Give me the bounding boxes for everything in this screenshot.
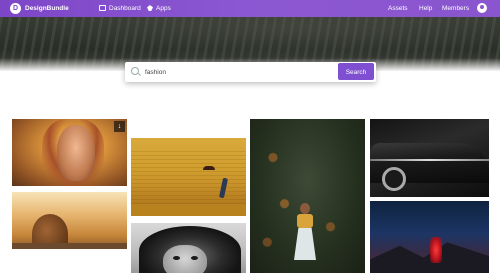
- image-detail: [12, 243, 127, 249]
- image-detail: [191, 256, 198, 260]
- download-icon[interactable]: ↓: [114, 121, 125, 132]
- nav-dashboard-label: Dashboard: [109, 5, 141, 12]
- gallery-image-woman-flowers[interactable]: [12, 119, 127, 186]
- search-button[interactable]: Search: [338, 63, 374, 80]
- image-detail: [300, 203, 310, 214]
- user-icon[interactable]: [477, 3, 487, 13]
- gallery-image-night-mountain[interactable]: [370, 201, 489, 273]
- gallery-image-yellow-field-bottom: [131, 204, 246, 216]
- dashboard-icon: [99, 5, 106, 11]
- image-detail: [163, 245, 207, 273]
- nav-help[interactable]: Help: [419, 4, 432, 13]
- gallery-image-bw-portrait[interactable]: [131, 223, 246, 273]
- image-detail: [131, 148, 246, 204]
- nav-members[interactable]: Members: [442, 4, 469, 13]
- image-detail: [57, 125, 95, 181]
- gallery-image-classic-car[interactable]: [370, 119, 489, 197]
- top-nav: D DesignBundle Dashboard Apps Assets Hel…: [0, 0, 500, 17]
- nav-dashboard[interactable]: Dashboard: [99, 4, 141, 13]
- image-detail: [297, 214, 313, 228]
- gallery-image-woman-garden[interactable]: [250, 119, 365, 273]
- logo-letter: D: [13, 5, 19, 12]
- search-input[interactable]: [145, 66, 345, 78]
- gallery-image-placeholder: [12, 251, 127, 273]
- search-icon: [131, 67, 139, 75]
- nav-apps-label: Apps: [156, 5, 171, 12]
- gallery-image-woman-sunset[interactable]: [12, 192, 127, 249]
- image-detail: [294, 228, 316, 260]
- image-detail: [430, 237, 442, 263]
- image-detail: [203, 166, 215, 170]
- brand-name[interactable]: DesignBundle: [25, 5, 69, 12]
- nav-apps[interactable]: Apps: [147, 4, 171, 13]
- image-detail: [294, 203, 316, 273]
- image-detail: [173, 256, 180, 260]
- gallery-image-yellow-field[interactable]: [131, 138, 246, 204]
- nav-assets[interactable]: Assets: [388, 4, 408, 13]
- image-detail: [370, 159, 489, 161]
- image-detail: [382, 167, 406, 191]
- apps-icon: [147, 5, 153, 11]
